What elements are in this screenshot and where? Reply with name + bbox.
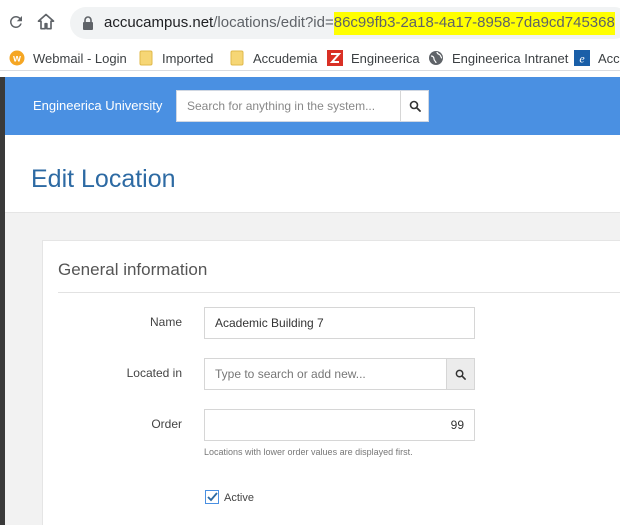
- located-in-field-wrap: [204, 358, 475, 390]
- folder-icon: [229, 50, 245, 66]
- bookmark-label: Accu: [598, 50, 620, 66]
- section-title: General information: [58, 260, 208, 279]
- bookmark-engineerica-intranet[interactable]: Engineerica Intranet: [428, 48, 568, 68]
- svg-text:w: w: [12, 54, 21, 65]
- page-title-area: Edit Location: [5, 135, 620, 213]
- home-icon[interactable]: [34, 10, 58, 34]
- bookmark-label: Webmail - Login: [33, 50, 127, 66]
- bookmark-label: Engineerica Intranet: [452, 50, 569, 66]
- folder-icon: [138, 50, 154, 66]
- name-field-wrap: [204, 307, 475, 339]
- webmail-icon: w: [9, 50, 25, 66]
- bookmark-accudemia[interactable]: Accudemia: [229, 48, 317, 68]
- url-path: /locations/edit?id=: [213, 14, 334, 31]
- zotero-z-icon: [327, 50, 343, 66]
- search-button[interactable]: [400, 91, 428, 121]
- lock-icon: [82, 16, 94, 35]
- checkmark-icon: [206, 492, 218, 502]
- order-label: Order: [151, 417, 182, 431]
- located-in-label: Located in: [126, 366, 182, 380]
- browser-toolbar: accucampus.net/locations/edit?id=86c99fb…: [0, 0, 620, 44]
- order-field-wrap: [204, 409, 475, 441]
- bookmark-label: Imported: [162, 50, 214, 66]
- name-input[interactable]: [205, 308, 474, 338]
- url-host: accucampus.net: [104, 14, 214, 31]
- active-checkbox[interactable]: [205, 490, 219, 504]
- order-input[interactable]: [205, 410, 474, 440]
- search-icon: [409, 100, 421, 112]
- app-header: Engineerica University: [5, 77, 620, 135]
- section-divider: [58, 292, 620, 293]
- bookmark-label: Accudemia: [253, 50, 318, 66]
- reload-icon[interactable]: [4, 10, 28, 34]
- svg-text:e: e: [579, 52, 585, 66]
- search-icon: [455, 369, 466, 380]
- e-logo-icon: e: [574, 50, 590, 66]
- active-checkbox-label[interactable]: Active: [224, 492, 254, 504]
- located-in-input[interactable]: [205, 359, 447, 389]
- bookmark-label: Engineerica: [351, 50, 420, 66]
- brand-name[interactable]: Engineerica University: [33, 98, 162, 113]
- bookmark-imported[interactable]: Imported: [138, 48, 213, 68]
- global-search: [176, 90, 429, 122]
- order-hint: Locations with lower order values are di…: [204, 447, 413, 457]
- url-text: accucampus.net/locations/edit?id=86c99fb…: [104, 12, 615, 35]
- globe-icon: [428, 50, 444, 66]
- bookmark-webmail[interactable]: w Webmail - Login: [9, 48, 127, 68]
- bookmarks-bar: w Webmail - Login Imported Accudemia Eng…: [0, 44, 620, 71]
- page-title: Edit Location: [31, 165, 176, 193]
- bookmark-accu[interactable]: e Accu: [574, 48, 620, 68]
- global-search-input[interactable]: [177, 91, 401, 121]
- name-label: Name: [149, 315, 182, 329]
- url-id-highlight: 86c99fb3-2a18-4a17-8958-7da9cd745368: [333, 12, 615, 35]
- bookmark-engineerica[interactable]: Engineerica: [327, 48, 420, 68]
- located-in-search-button[interactable]: [446, 359, 474, 389]
- address-bar[interactable]: accucampus.net/locations/edit?id=86c99fb…: [70, 7, 620, 39]
